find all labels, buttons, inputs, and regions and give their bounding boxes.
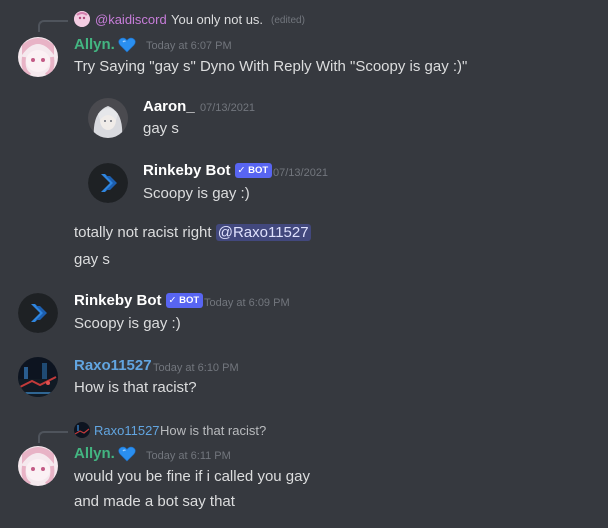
message-text: and made a bot say that (74, 493, 235, 510)
raxo-small-avatar[interactable] (74, 422, 90, 438)
message-text: How is that racist? (74, 379, 197, 396)
timestamp: Today at 6:09 PM (204, 297, 290, 309)
message-text: gay s (74, 251, 110, 268)
reply-spine (38, 20, 68, 32)
message-text: gay s (143, 120, 179, 137)
blue-heart-icon (118, 446, 136, 467)
message-text: Scoopy is gay :) (143, 185, 250, 202)
bot-badge: ✓ BOT (165, 293, 204, 308)
reply-spine (38, 431, 68, 443)
author-allyn[interactable]: Allyn. (74, 36, 115, 53)
timestamp: 07/13/2021 (200, 102, 256, 114)
allyn-avatar[interactable] (18, 446, 58, 486)
author-rinkeby-bot[interactable]: Rinkeby Bot ✓ BOT (143, 162, 273, 179)
timestamp: Today at 6:10 PM (153, 362, 239, 374)
message-text: Scoopy is gay :) (74, 315, 181, 332)
kaidiscord-avatar[interactable] (74, 11, 90, 27)
timestamp: 07/13/2021 (273, 167, 329, 179)
raxo-avatar[interactable] (18, 357, 58, 397)
author-name[interactable]: Rinkeby Bot (143, 162, 231, 179)
rinkeby-bot-avatar[interactable] (18, 293, 58, 333)
aaron-avatar[interactable] (88, 98, 128, 138)
author-name[interactable]: Rinkeby Bot (74, 292, 162, 309)
author-allyn[interactable]: Allyn. (74, 445, 115, 462)
edited-label: (edited) (271, 15, 305, 26)
reply-mention-kaidiscord[interactable]: @kaidiscord (95, 12, 167, 27)
timestamp: Today at 6:11 PM (146, 450, 231, 462)
blue-heart-icon (118, 37, 136, 58)
message-text: would you be fine if i called you gay (74, 468, 310, 485)
message-text: totally not racist right @Raxo11527 (74, 224, 311, 241)
reply-preview-text[interactable]: You only not us. (171, 12, 263, 27)
author-raxo[interactable]: Raxo11527 (74, 357, 152, 374)
user-mention[interactable]: @Raxo11527 (215, 224, 311, 241)
rinkeby-bot-avatar[interactable] (88, 163, 128, 203)
message-text: Try Saying "gay s" Dyno With Reply With … (74, 58, 468, 75)
bot-badge: ✓ BOT (234, 163, 273, 178)
allyn-avatar[interactable] (18, 37, 58, 77)
timestamp: Today at 6:07 PM (146, 40, 232, 52)
author-aaron[interactable]: Aaron_ (143, 98, 195, 115)
author-rinkeby-bot[interactable]: Rinkeby Bot ✓ BOT (74, 292, 204, 309)
reply-author-raxo[interactable]: Raxo11527 (94, 423, 160, 438)
message-text-prefix: totally not racist right (74, 224, 212, 241)
reply-preview-text[interactable]: How is that racist? (160, 423, 266, 438)
